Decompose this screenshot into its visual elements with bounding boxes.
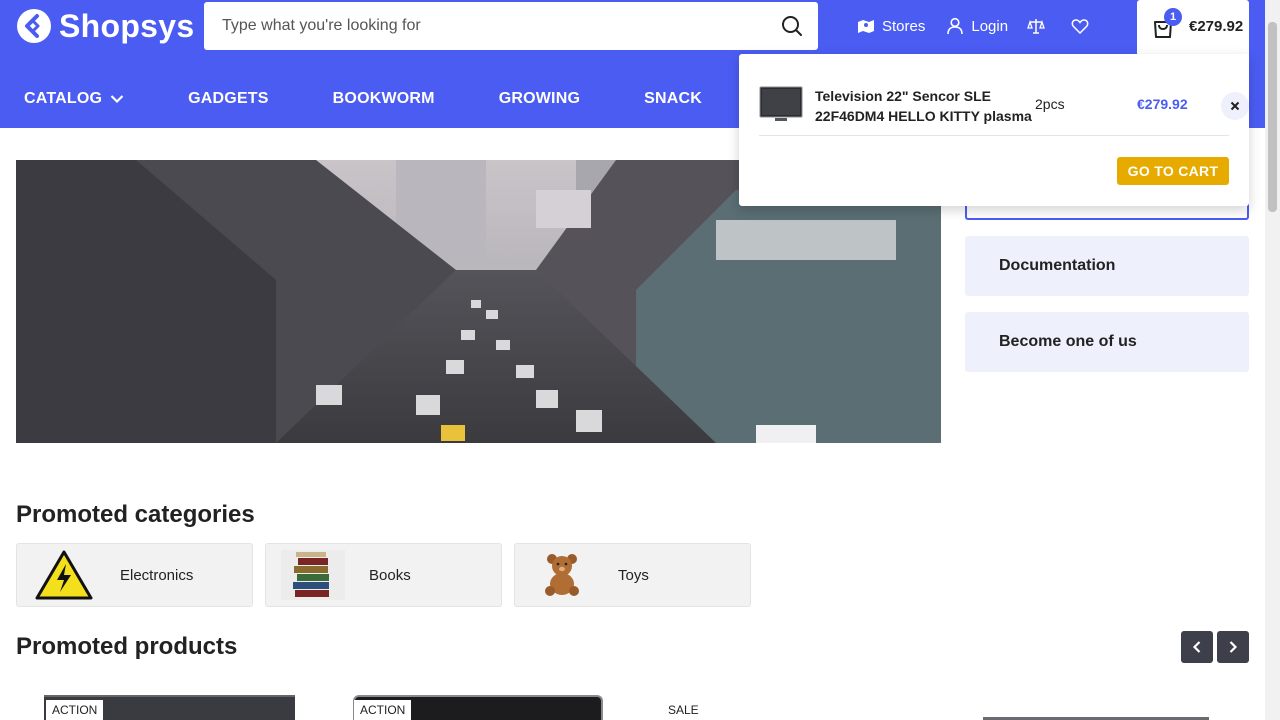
television-thumbnail bbox=[759, 86, 803, 121]
scrollbar-thumb[interactable] bbox=[1268, 22, 1277, 212]
heart-icon bbox=[1071, 19, 1089, 34]
cart-item-quantity: 2pcs bbox=[1035, 96, 1065, 112]
product-flag-action: ACTION bbox=[354, 700, 412, 720]
chevron-right-icon bbox=[1229, 641, 1238, 653]
category-image bbox=[281, 550, 345, 600]
search-icon bbox=[782, 16, 802, 36]
carousel-prev-button[interactable] bbox=[1181, 631, 1213, 663]
search-input[interactable] bbox=[204, 2, 766, 50]
nav-item-label: CATALOG bbox=[24, 90, 103, 107]
main-nav: CATALOG GADGETS BOOKWORM GROWING SNACK bbox=[24, 90, 702, 108]
page-scrollbar[interactable] bbox=[1265, 0, 1280, 720]
chevron-down-icon bbox=[110, 95, 124, 104]
stores-label: Stores bbox=[882, 17, 926, 35]
category-card-toys[interactable]: Toys bbox=[514, 543, 751, 607]
high-voltage-icon bbox=[35, 550, 93, 600]
cart-button[interactable]: 1 €279.92 bbox=[1137, 0, 1249, 54]
wishlist-button[interactable] bbox=[1071, 18, 1096, 34]
carousel-next-button[interactable] bbox=[1217, 631, 1249, 663]
cart-item-price: €279.92 bbox=[1137, 96, 1188, 112]
user-icon bbox=[947, 17, 964, 35]
cart-total: €279.92 bbox=[1189, 18, 1244, 35]
nav-item-label: GADGETS bbox=[188, 90, 269, 107]
nav-item-gadgets[interactable]: GADGETS bbox=[188, 90, 269, 108]
cart-item-name[interactable]: Television 22" Sencor SLE 22F46DM4 HELLO… bbox=[815, 86, 1035, 126]
product-flag-action: ACTION bbox=[46, 700, 104, 720]
chevron-left-icon bbox=[1192, 641, 1201, 653]
category-card-electronics[interactable]: Electronics bbox=[16, 543, 253, 607]
nav-item-label: BOOKWORM bbox=[332, 90, 435, 107]
nav-item-snack[interactable]: SNACK bbox=[644, 90, 702, 108]
nav-item-bookworm[interactable]: BOOKWORM bbox=[333, 90, 435, 108]
compare-button[interactable] bbox=[1027, 17, 1052, 35]
scales-icon bbox=[1027, 19, 1045, 34]
shopsys-logo[interactable]: Shopsys bbox=[16, 6, 194, 46]
nav-item-label: SNACK bbox=[644, 90, 702, 107]
remove-item-button[interactable] bbox=[1221, 92, 1249, 120]
books-icon bbox=[281, 550, 345, 600]
login-label: Login bbox=[971, 17, 1009, 35]
cart-item: Television 22" Sencor SLE 22F46DM4 HELLO… bbox=[759, 84, 1249, 136]
search-button[interactable] bbox=[766, 2, 818, 50]
map-icon bbox=[858, 20, 874, 33]
nav-item-label: GROWING bbox=[498, 90, 581, 107]
logo-mark-icon bbox=[17, 9, 51, 43]
sidebar-documentation[interactable]: Documentation bbox=[965, 236, 1249, 296]
teddy-bear-icon bbox=[545, 554, 579, 596]
category-label: Books bbox=[369, 566, 411, 584]
category-image bbox=[530, 550, 594, 600]
go-to-cart-button[interactable]: GO TO CART bbox=[1117, 157, 1229, 185]
promoted-categories-title: Promoted categories bbox=[16, 501, 255, 528]
top-links: Stores Login bbox=[857, 14, 1096, 38]
nav-item-growing[interactable]: GROWING bbox=[499, 90, 580, 108]
category-image bbox=[32, 550, 96, 600]
logo-text: Shopsys bbox=[59, 7, 195, 44]
login-link[interactable]: Login bbox=[946, 17, 1008, 35]
stores-link[interactable]: Stores bbox=[857, 18, 925, 35]
product-flag-sale: SALE bbox=[662, 700, 705, 720]
category-label: Toys bbox=[618, 566, 649, 584]
category-card-books[interactable]: Books bbox=[265, 543, 502, 607]
cart-dropdown: Television 22" Sencor SLE 22F46DM4 HELLO… bbox=[739, 54, 1249, 206]
nav-item-catalog[interactable]: CATALOG bbox=[24, 90, 124, 108]
promoted-products-title: Promoted products bbox=[16, 633, 238, 660]
search-bar bbox=[204, 2, 818, 50]
sidebar-become-one-of-us[interactable]: Become one of us bbox=[965, 312, 1249, 372]
cart-count-badge: 1 bbox=[1164, 8, 1182, 26]
category-label: Electronics bbox=[120, 566, 194, 584]
close-icon bbox=[1230, 101, 1240, 111]
